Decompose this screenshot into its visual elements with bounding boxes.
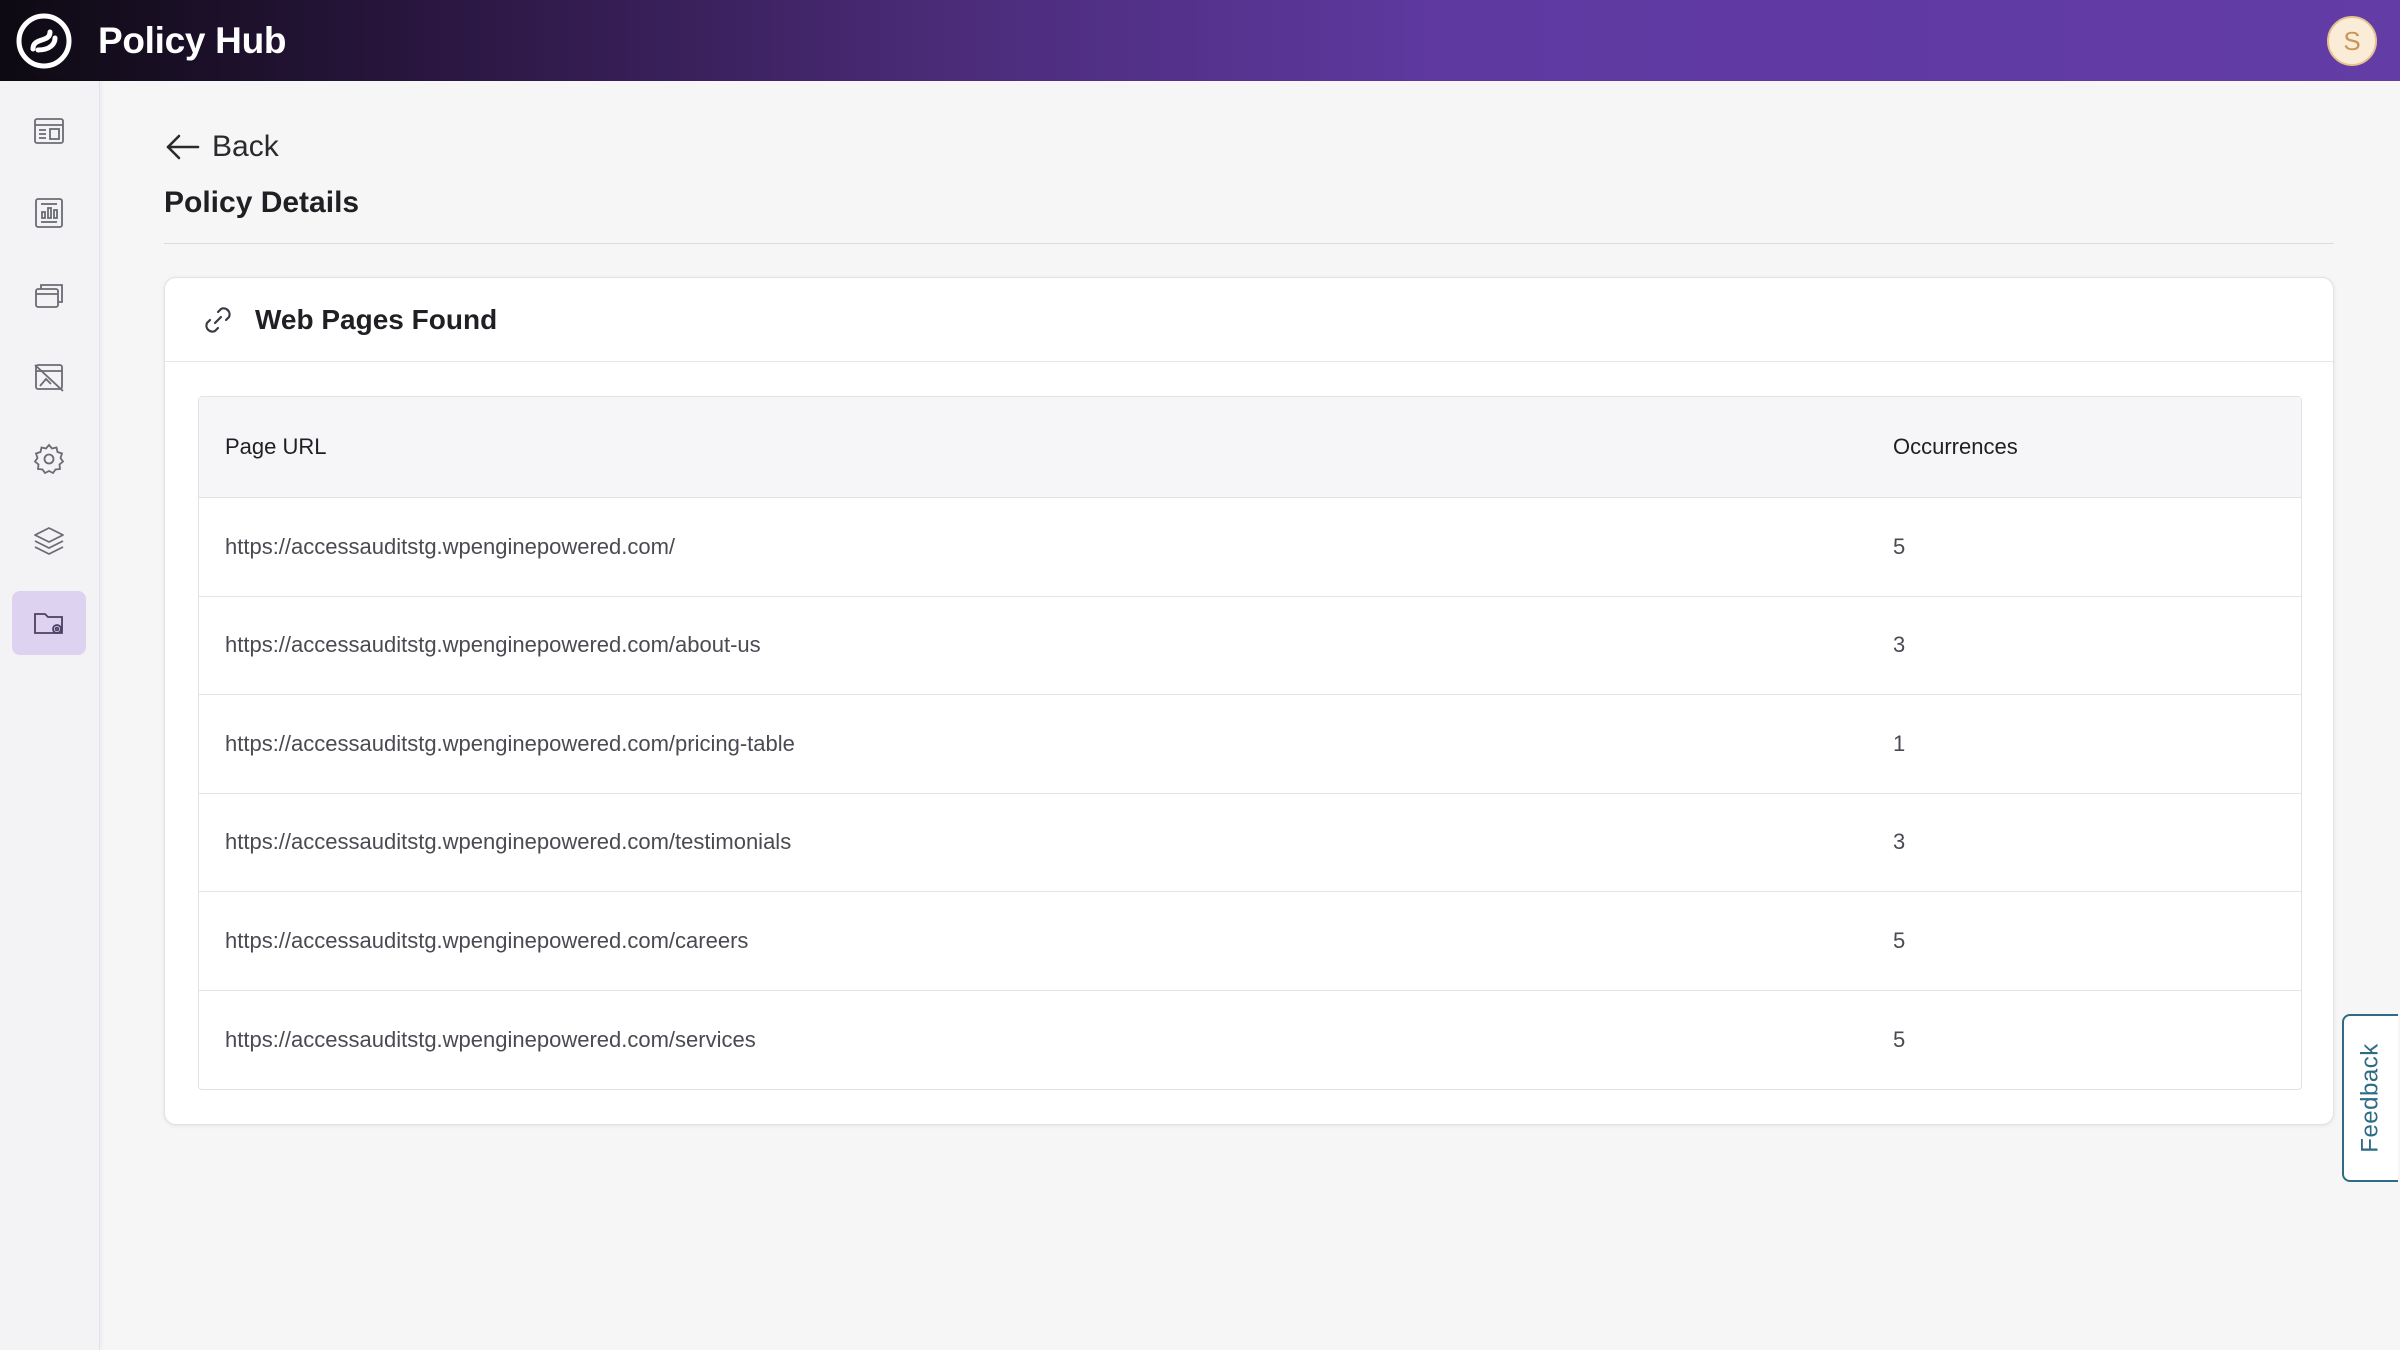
dashboard-icon [34,118,64,144]
swirl-logo-icon[interactable] [14,11,74,71]
sidebar-item-windows[interactable] [12,263,86,327]
page-url-cell: https://accessauditstg.wpenginepowered.c… [225,730,795,756]
card-title: Web Pages Found [255,303,498,335]
app-title: Policy Hub [98,19,287,61]
windows-icon [35,284,63,308]
card-header: Web Pages Found [165,278,2333,362]
table-row[interactable]: https://accessauditstg.wpenginepowered.c… [199,991,2301,1090]
table-row[interactable]: https://accessauditstg.wpenginepowered.c… [199,794,2301,892]
occurrences-cell: 5 [1893,927,1906,953]
divider [164,243,2334,244]
link-icon [205,306,231,333]
avatar[interactable]: S [2327,16,2377,66]
occurrences-cell: 1 [1893,730,1906,756]
back-label: Back [212,130,279,163]
page-url-cell: https://accessauditstg.wpenginepowered.c… [225,632,761,658]
column-header-occurrences[interactable]: Occurrences [1893,434,2018,460]
folder-settings-icon [34,613,63,634]
column-header-page-url[interactable]: Page URL [225,434,327,460]
web-pages-card: Web Pages Found Page URL Occurrences htt… [164,277,2334,1125]
page-url-cell: https://accessauditstg.wpenginepowered.c… [225,1026,756,1052]
page-url-cell: https://accessauditstg.wpenginepowered.c… [225,829,792,855]
sidebar-item-dashboard[interactable] [12,99,86,163]
sidebar-item-layers[interactable] [12,509,86,573]
table-row[interactable]: https://accessauditstg.wpenginepowered.c… [199,498,2301,597]
arrow-left-icon [166,134,200,160]
top-bar: Policy Hub S [0,0,2400,81]
occurrences-cell: 5 [1893,533,1906,559]
back-button[interactable]: Back [164,130,279,164]
gear-icon [33,443,65,475]
layers-icon [34,527,64,555]
table-row[interactable]: https://accessauditstg.wpenginepowered.c… [199,695,2301,794]
table-row[interactable]: https://accessauditstg.wpenginepowered.c… [199,597,2301,695]
report-icon [35,198,63,228]
feedback-label: Feedback [2357,1043,2384,1153]
occurrences-cell: 3 [1893,632,1906,658]
sidebar-item-settings[interactable] [12,427,86,491]
no-image-icon [34,364,64,392]
occurrences-cell: 3 [1893,829,1906,855]
sidebar [0,81,100,1350]
table-row[interactable]: https://accessauditstg.wpenginepowered.c… [199,892,2301,991]
page-url-cell: https://accessauditstg.wpenginepowered.c… [225,533,676,559]
feedback-tab[interactable]: Feedback [2342,1014,2398,1182]
occurrences-cell: 5 [1893,1026,1906,1052]
page-url-cell: https://accessauditstg.wpenginepowered.c… [225,927,749,953]
sidebar-item-media[interactable] [12,345,86,409]
web-pages-table: Page URL Occurrences https://accessaudit… [198,396,2302,1090]
sidebar-item-policy-folder[interactable] [12,591,86,655]
table-header: Page URL Occurrences [199,397,2301,498]
sidebar-item-reports[interactable] [12,181,86,245]
page-title: Policy Details [164,186,360,219]
